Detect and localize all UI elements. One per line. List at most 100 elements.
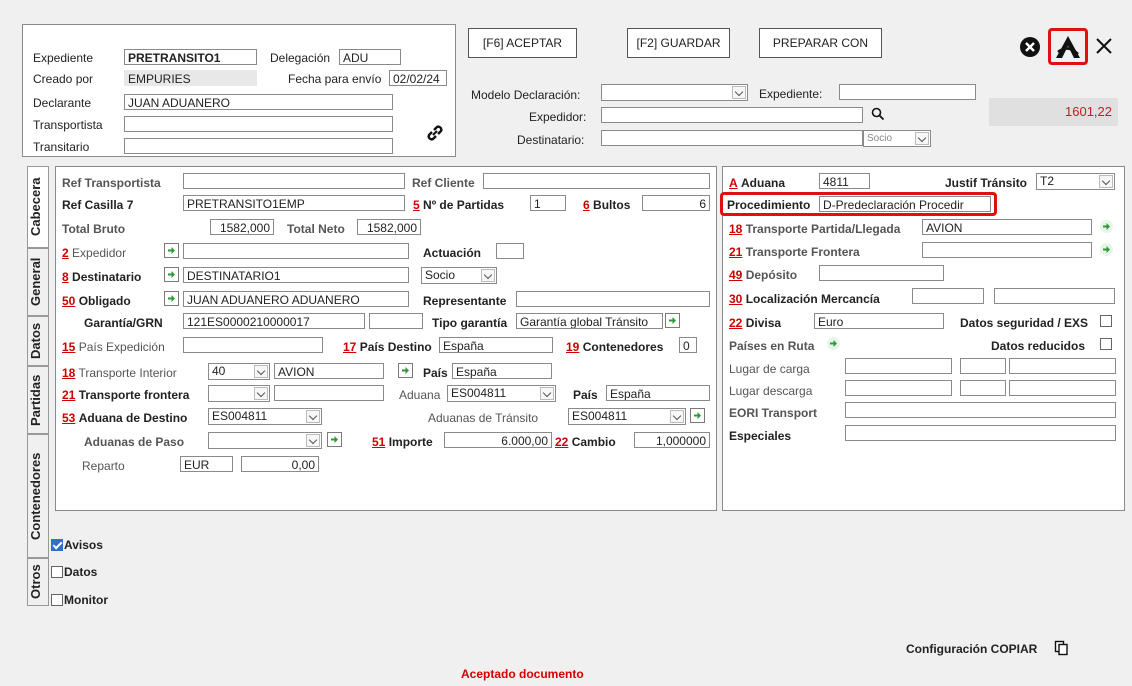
pais-expedicion-field[interactable] (183, 337, 323, 353)
expediente-field[interactable]: PRETRANSITO1 (124, 49, 257, 65)
cancel-circle-icon[interactable] (1019, 36, 1041, 58)
divisa-field[interactable]: Euro (814, 313, 944, 329)
paises-ruta-add-button[interactable] (827, 337, 840, 350)
tab-cabecera[interactable]: Cabecera (27, 166, 49, 248)
expedidor-add-button[interactable] (164, 243, 179, 258)
actuacion-field[interactable] (496, 243, 524, 259)
tab-datos[interactable]: Datos (27, 316, 49, 366)
fecha-field[interactable]: 02/02/24 (389, 70, 447, 86)
especiales-field[interactable] (845, 425, 1116, 441)
transporte-interior-add-button[interactable] (398, 363, 413, 378)
tipo-garantia-add-button[interactable] (665, 313, 680, 328)
garantia-extra-field[interactable] (369, 313, 423, 329)
obligado-code: 50 (62, 294, 76, 308)
transporte-frontera-right-add-button[interactable] (1100, 243, 1113, 256)
reparto-currency-field[interactable]: EUR (180, 456, 233, 472)
transporte-interior-field[interactable]: AVION (274, 363, 384, 379)
ref-cliente-field[interactable] (483, 173, 710, 189)
aduanas-transito-add-button[interactable] (690, 408, 705, 423)
representante-field[interactable] (516, 291, 710, 307)
modelo-select[interactable] (601, 84, 748, 101)
transporte-partida-add-button[interactable] (1100, 220, 1113, 233)
datos-checkbox[interactable] (51, 566, 63, 578)
datos-seguridad-checkbox[interactable] (1100, 315, 1112, 327)
contenedores-field[interactable]: 0 (679, 337, 697, 353)
pais-field[interactable]: España (452, 363, 552, 379)
localizacion-text: Localización Mercancía (745, 292, 880, 306)
lugar-carga-field-3[interactable] (1009, 358, 1116, 374)
transporte-frontera-select[interactable] (208, 385, 270, 402)
aduana-destino-select[interactable]: ES004811 (208, 408, 322, 425)
datos-reducidos-checkbox[interactable] (1100, 338, 1112, 350)
bultos-code: 6 (583, 198, 590, 212)
justif-transito-select[interactable]: T2 (1036, 173, 1115, 190)
destinatario-search-field[interactable] (601, 130, 863, 146)
copy-icon[interactable] (1054, 640, 1069, 656)
localizacion-field-2[interactable] (994, 288, 1115, 304)
lugar-carga-field-1[interactable] (845, 358, 952, 374)
aduanas-paso-add-button[interactable] (327, 432, 342, 447)
aduanas-paso-select[interactable] (208, 432, 322, 449)
deposito-code: 49 (729, 268, 743, 282)
bultos-field[interactable]: 6 (642, 195, 710, 211)
cambio-field[interactable]: 1,000000 (634, 432, 710, 448)
aduanas-transito-label: Aduanas de Tránsito (428, 411, 539, 425)
search-expediente-field[interactable] (839, 84, 976, 100)
declarante-field[interactable]: JUAN ADUANERO (124, 94, 393, 110)
lugar-descarga-field-3[interactable] (1009, 380, 1116, 396)
expedidor-field[interactable] (183, 243, 409, 259)
total-neto-field[interactable]: 1582,000 (357, 219, 421, 235)
acrobat-pdf-icon[interactable] (1052, 32, 1084, 62)
pais-destino-code: 17 (343, 340, 357, 354)
lugar-descarga-field-2[interactable] (960, 380, 1006, 396)
lugar-carga-field-2[interactable] (960, 358, 1006, 374)
procedimiento-field[interactable]: D-Predeclaración Procedir (819, 196, 991, 212)
obligado-field[interactable]: JUAN ADUANERO ADUANERO (183, 291, 409, 307)
tab-general[interactable]: General (27, 248, 49, 316)
tipo-garantia-field[interactable]: Garantía global Tránsito (516, 313, 663, 329)
num-partidas-field[interactable]: 1 (530, 195, 566, 211)
socio-search-select[interactable]: Socio (863, 130, 931, 147)
link-icon[interactable] (424, 122, 446, 144)
aduana-select[interactable]: ES004811 (447, 385, 556, 402)
importe-field[interactable]: 6.000,00 (444, 432, 552, 448)
deposito-field[interactable] (819, 265, 944, 281)
avisos-checkbox[interactable] (51, 539, 63, 551)
destinatario-add-button[interactable] (164, 267, 179, 282)
destinatario-field[interactable]: DESTINATARIO1 (183, 267, 409, 283)
socio-select[interactable]: Socio (421, 267, 497, 284)
transporte-frontera-field[interactable] (274, 385, 384, 401)
transitario-field[interactable] (124, 138, 393, 154)
localizacion-field-1[interactable] (912, 288, 984, 304)
tab-contenedores[interactable]: Contenedores (27, 434, 49, 558)
creado-label: Creado por (33, 72, 94, 86)
tab-partidas[interactable]: Partidas (27, 366, 49, 434)
close-icon[interactable] (1095, 37, 1113, 55)
transporte-partida-field[interactable]: AVION (922, 219, 1092, 235)
aceptar-button[interactable]: [F6] ACEPTAR (468, 28, 577, 58)
guardar-button[interactable]: [F2] GUARDAR (627, 28, 730, 58)
obligado-add-button[interactable] (164, 291, 179, 306)
aduanas-transito-select[interactable]: ES004811 (568, 408, 686, 425)
obligado-label: 50 Obligado (62, 294, 131, 308)
transportista-field[interactable] (124, 116, 393, 132)
transporte-interior-select[interactable]: 40 (208, 363, 270, 380)
monitor-checkbox[interactable] (51, 594, 63, 606)
lugar-descarga-field-1[interactable] (845, 380, 952, 396)
eori-field[interactable] (845, 402, 1116, 418)
garantia-field[interactable]: 121ES0000210000017 (183, 313, 365, 329)
aduana-right-field[interactable]: 4811 (819, 173, 870, 189)
creado-field: EMPURIES (124, 70, 257, 86)
expedidor-search-field[interactable] (601, 107, 863, 123)
search-icon[interactable] (871, 107, 885, 121)
ref-transportista-field[interactable] (183, 173, 405, 189)
preparar-button[interactable]: PREPARAR CON (759, 28, 882, 58)
transporte-frontera-right-field[interactable] (922, 242, 1092, 258)
pais2-field[interactable]: España (606, 385, 710, 401)
ref-casilla-field[interactable]: PRETRANSITO1EMP (183, 195, 405, 211)
total-bruto-field[interactable]: 1582,000 (210, 219, 274, 235)
pais-destino-field[interactable]: España (439, 337, 553, 353)
reparto-field[interactable]: 0,00 (241, 456, 319, 472)
tab-otros[interactable]: Otros (27, 558, 49, 606)
delegacion-field[interactable]: ADU (339, 49, 401, 65)
